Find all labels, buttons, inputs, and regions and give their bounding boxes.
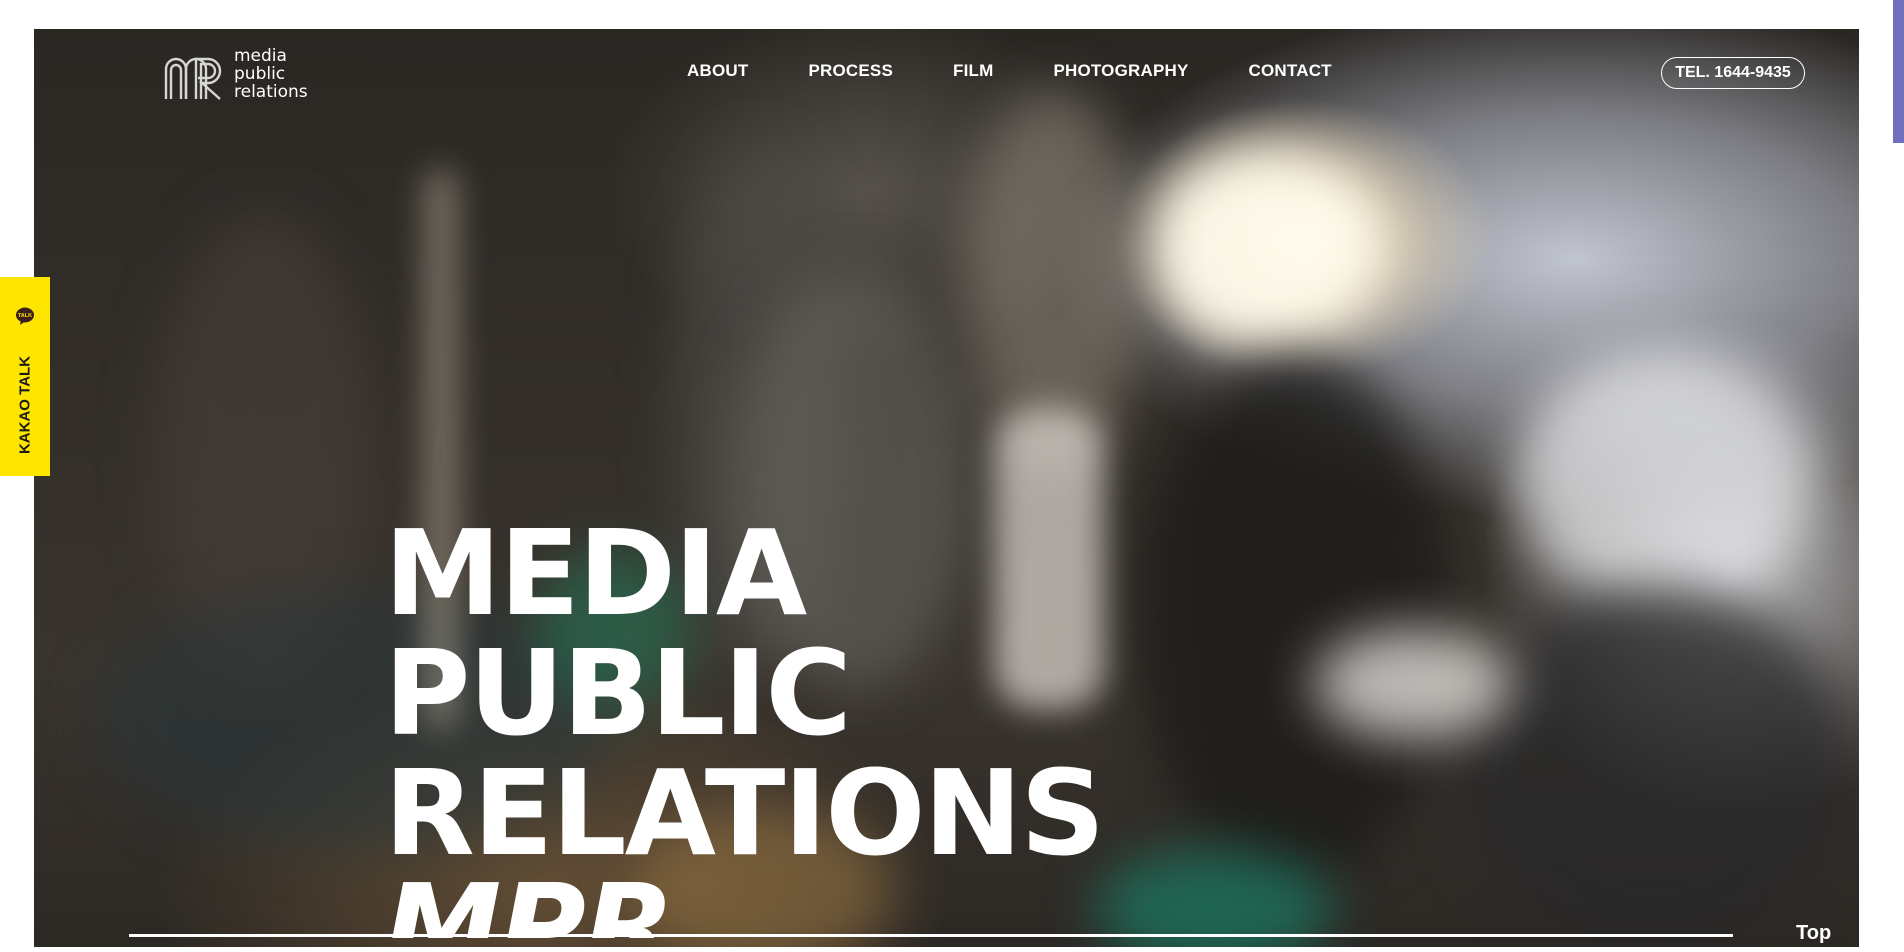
- nav-item-process[interactable]: PROCESS: [808, 61, 893, 81]
- hero-background-shape: [1314, 629, 1514, 739]
- hero-title: MEDIA PUBLIC RELATIONS: [384, 504, 1105, 882]
- kakao-talk-button[interactable]: TALK KAKAO TALK: [0, 277, 50, 476]
- logo[interactable]: media public relations: [162, 47, 308, 103]
- kakao-icon-badge: TALK: [18, 313, 32, 319]
- hero-title-line: PUBLIC: [384, 624, 852, 762]
- hero-background-glow: [1144, 149, 1384, 349]
- hero-subtitle: MPR: [384, 867, 675, 938]
- hero-background-shape: [1454, 589, 1854, 947]
- mr-monogram-icon: [164, 57, 222, 100]
- nav-item-about[interactable]: ABOUT: [687, 61, 748, 81]
- page: media public relations ABOUT PROCESS FIL…: [0, 0, 1904, 952]
- tel-button[interactable]: TEL. 1644-9435: [1661, 57, 1805, 89]
- back-to-top-button[interactable]: Top: [1796, 922, 1831, 945]
- slide-progress-line: [129, 934, 1733, 937]
- hero-subtitle-clip: MPR: [384, 867, 784, 938]
- hero-background-shape: [1134, 359, 1454, 879]
- logo-text-line: media: [234, 46, 287, 66]
- nav-item-photography[interactable]: PHOTOGRAPHY: [1053, 61, 1188, 81]
- scrollbar-thumb[interactable]: [1893, 0, 1904, 143]
- kakao-talk-label: KAKAO TALK: [16, 355, 34, 455]
- kakao-talk-bubble-icon: TALK: [16, 307, 34, 325]
- main-nav: ABOUT PROCESS FILM PHOTOGRAPHY CONTACT: [687, 61, 1332, 81]
- hero-section: media public relations ABOUT PROCESS FIL…: [34, 29, 1859, 947]
- hero-title-line: RELATIONS: [384, 744, 1105, 882]
- nav-item-film[interactable]: FILM: [953, 61, 993, 81]
- logo-text: media public relations: [234, 47, 308, 101]
- logo-text-line: public: [234, 64, 286, 84]
- nav-item-contact[interactable]: CONTACT: [1249, 61, 1332, 81]
- hero-title-line: MEDIA: [384, 504, 807, 642]
- hero-background-shape: [1514, 349, 1814, 609]
- logo-text-line: relations: [234, 82, 308, 102]
